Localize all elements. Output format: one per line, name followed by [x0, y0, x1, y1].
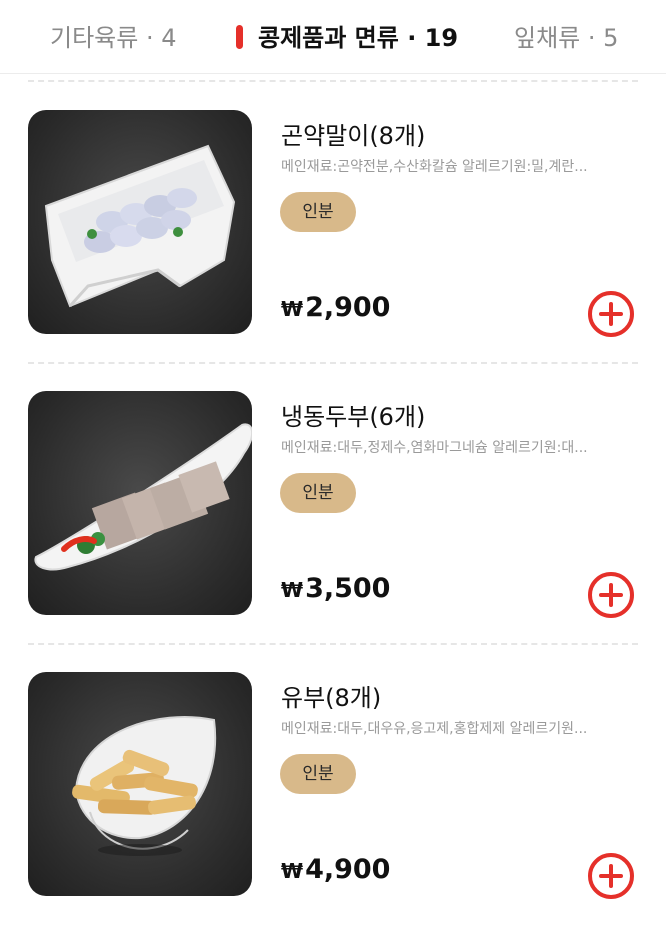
item-price: ₩3,500	[281, 573, 390, 604]
active-tab-indicator	[236, 25, 243, 49]
item-description: 메인재료:곤약전분,수산화칼슘 알레르기원:밀,계란...	[281, 159, 588, 175]
tab-soy-products-noodles[interactable]: 콩제품과 면류 · 19	[258, 22, 458, 54]
currency-symbol: ₩	[281, 578, 304, 602]
tab-leafy-vegetables[interactable]: 잎채류 · 5	[514, 22, 618, 54]
serving-badge: 인분	[280, 473, 356, 513]
item-name: 냉동두부(6개)	[281, 403, 426, 431]
menu-item[interactable]: 곤약말이(8개) 메인재료:곤약전분,수산화칼슘 알레르기원:밀,계란... 인…	[0, 110, 666, 390]
currency-symbol: ₩	[281, 859, 304, 883]
item-image-frozen-tofu[interactable]	[28, 391, 252, 615]
divider	[28, 643, 638, 645]
plus-circle-icon	[588, 291, 634, 337]
serving-badge: 인분	[280, 754, 356, 794]
plus-circle-icon	[588, 572, 634, 618]
price-value: 3,500	[305, 573, 391, 604]
divider	[28, 362, 638, 364]
item-price: ₩4,900	[281, 854, 390, 885]
serving-badge: 인분	[280, 192, 356, 232]
divider	[28, 80, 638, 82]
plus-circle-icon	[588, 853, 634, 899]
price-value: 4,900	[305, 854, 391, 885]
menu-item[interactable]: 냉동두부(6개) 메인재료:대두,정제수,염화마그네슘 알레르기원:대... 인…	[0, 391, 666, 671]
tab-other-meats[interactable]: 기타육류 · 4	[50, 22, 176, 54]
add-to-cart-button[interactable]	[587, 571, 635, 619]
add-to-cart-button[interactable]	[587, 290, 635, 338]
item-name: 유부(8개)	[281, 684, 382, 712]
currency-symbol: ₩	[281, 297, 304, 321]
item-description: 메인재료:대두,정제수,염화마그네슘 알레르기원:대...	[281, 440, 588, 456]
menu-item[interactable]: 유부(8개) 메인재료:대두,대우유,응고제,홍합제제 알레르기원... 인분 …	[0, 672, 666, 952]
add-to-cart-button[interactable]	[587, 852, 635, 900]
price-value: 2,900	[305, 292, 391, 323]
item-price: ₩2,900	[281, 292, 390, 323]
category-tabs: 기타육류 · 4 콩제품과 면류 · 19 잎채류 · 5	[0, 0, 666, 74]
item-description: 메인재료:대두,대우유,응고제,홍합제제 알레르기원...	[281, 721, 588, 737]
item-name: 곤약말이(8개)	[281, 122, 426, 150]
item-image-konjac-roll[interactable]	[28, 110, 252, 334]
item-image-fried-tofu[interactable]	[28, 672, 252, 896]
